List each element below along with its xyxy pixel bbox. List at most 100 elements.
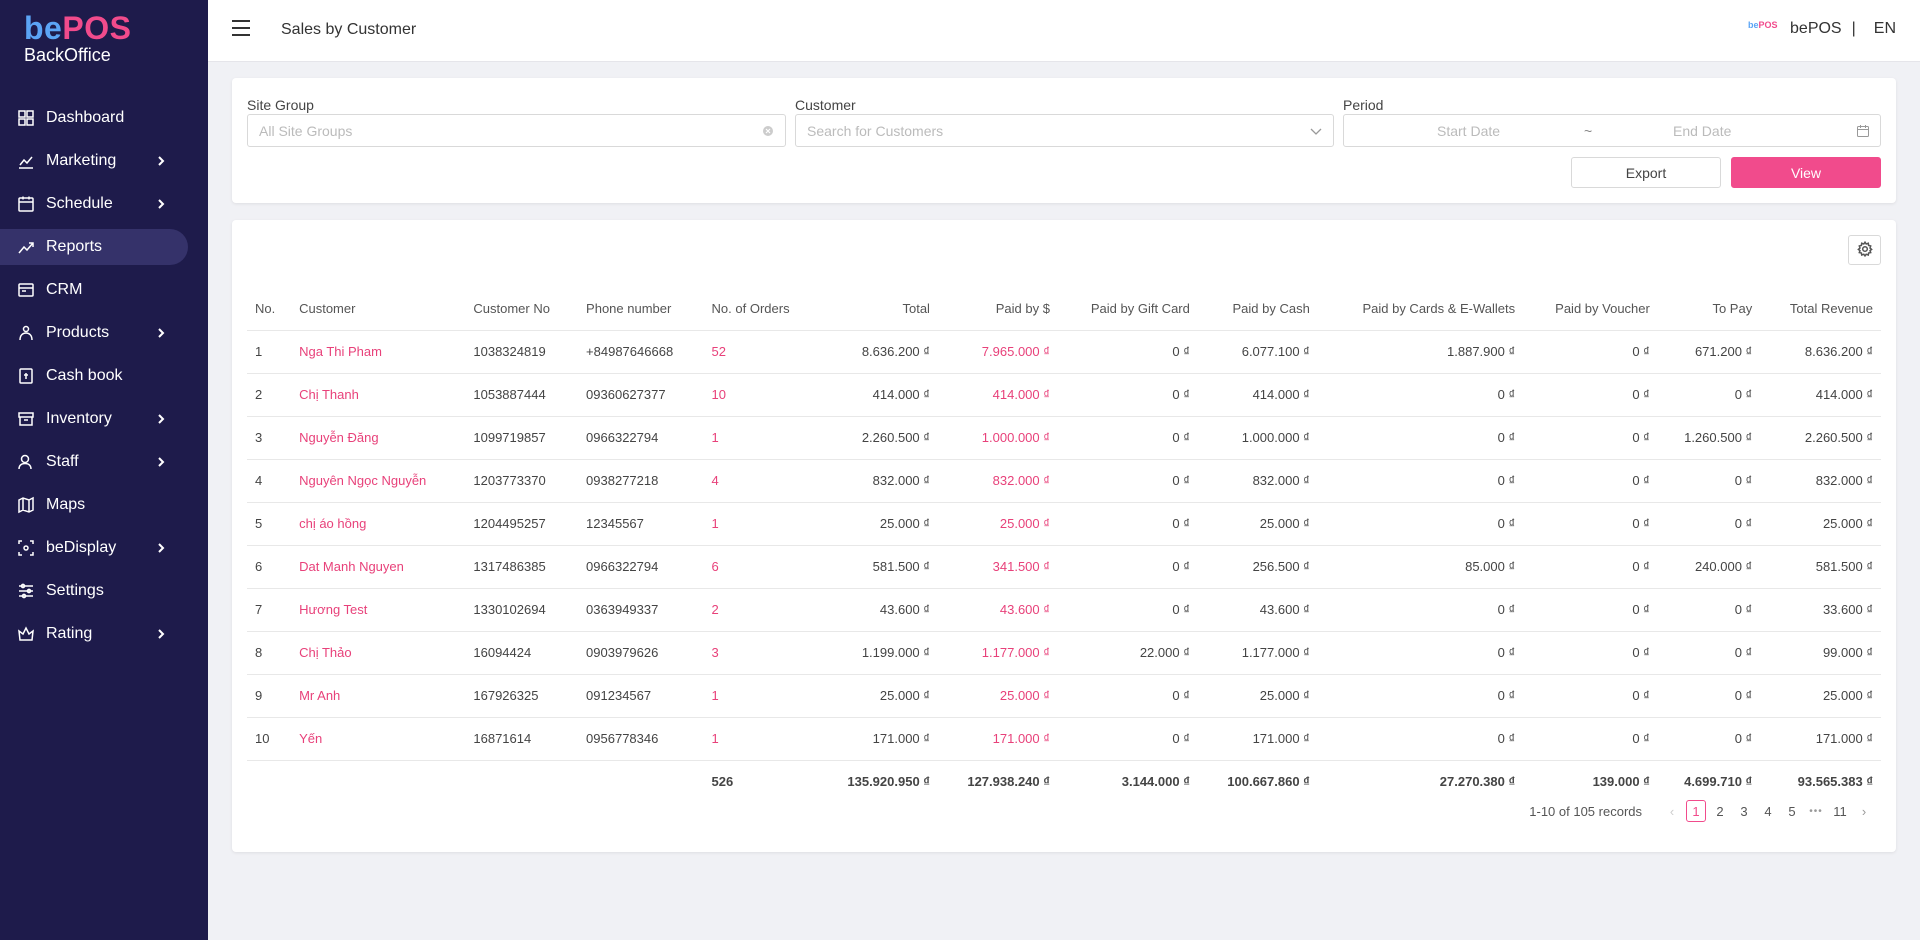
prev-page-button[interactable]: ‹ bbox=[1662, 800, 1682, 822]
table-cell: 25.000 ₫ bbox=[937, 674, 1058, 718]
customer-link[interactable]: Nguyễn Đăng bbox=[291, 416, 466, 460]
customer-link[interactable]: Chị Thanh bbox=[291, 373, 466, 417]
sales-by-customer-table: No. Customer Customer No Phone number No. of… bbox=[247, 288, 1881, 803]
total-cell: 135.920.950 ₫ bbox=[847, 774, 930, 790]
sidebar-item-staff[interactable]: Staff bbox=[0, 444, 188, 480]
period-label: Period bbox=[1343, 97, 1384, 113]
column-header: Paid by Voucher bbox=[1523, 288, 1658, 331]
table-cell: 171.000 ₫ bbox=[817, 717, 938, 761]
table-cell: 0 ₫ bbox=[1657, 502, 1761, 546]
table-cell: 1.199.000 ₫ bbox=[817, 631, 938, 675]
view-button[interactable]: View bbox=[1731, 157, 1881, 188]
page-button-2[interactable]: 2 bbox=[1710, 800, 1730, 822]
table-cell: 171.000 ₫ bbox=[937, 717, 1058, 761]
sidebar-item-marketing[interactable]: Marketing bbox=[0, 143, 188, 179]
page-button-4[interactable]: 4 bbox=[1758, 800, 1778, 822]
orders-link[interactable]: 3 bbox=[703, 631, 818, 675]
customer-link[interactable]: Nguyên Ngọc Nguyễn bbox=[291, 459, 466, 503]
table-cell: 832.000 ₫ bbox=[1197, 459, 1318, 503]
table-cell: 8.636.200 ₫ bbox=[817, 330, 938, 374]
orders-link[interactable]: 1 bbox=[703, 416, 818, 460]
column-header: To Pay bbox=[1657, 288, 1761, 331]
column-header: Customer bbox=[291, 288, 466, 331]
table-cell: 1.000.000 ₫ bbox=[937, 416, 1058, 460]
page-button-1[interactable]: 1 bbox=[1686, 800, 1706, 822]
start-date-input[interactable]: Start Date bbox=[1437, 123, 1500, 139]
sidebar-item-label: Dashboard bbox=[46, 109, 125, 126]
table-row: 2 Chị Thanh 1053887444 09360627377 10 414.000… bbox=[247, 373, 1881, 417]
chevron-right-icon bbox=[154, 627, 168, 641]
orders-link[interactable]: 10 bbox=[703, 373, 818, 417]
orders-link[interactable]: 1 bbox=[703, 674, 818, 718]
sidebar-item-schedule[interactable]: Schedule bbox=[0, 186, 188, 222]
table-cell: 09360627377 bbox=[578, 373, 704, 417]
orders-link[interactable]: 6 bbox=[703, 545, 818, 589]
sidebar-item-bedisplay[interactable]: beDisplay bbox=[0, 530, 188, 566]
customer-link[interactable]: Hương Test bbox=[291, 588, 466, 632]
clear-icon[interactable] bbox=[761, 124, 775, 138]
hamburger-menu-icon[interactable] bbox=[232, 20, 250, 36]
gear-icon bbox=[1856, 240, 1873, 260]
table-cell: 33.600 ₫ bbox=[1760, 588, 1881, 632]
chevron-down-icon bbox=[1309, 124, 1323, 138]
sidebar-item-rating[interactable]: Rating bbox=[0, 616, 188, 652]
customer-link[interactable]: Chị Thảo bbox=[291, 631, 466, 675]
sidebar-item-products[interactable]: Products bbox=[0, 315, 188, 351]
sidebar-item-settings[interactable]: Settings bbox=[0, 573, 188, 609]
table-cell: 6.077.100 ₫ bbox=[1197, 330, 1318, 374]
sidebar-item-crm[interactable]: CRM bbox=[0, 272, 188, 308]
site-group-label: Site Group bbox=[247, 97, 314, 113]
customer-link[interactable]: Mr Anh bbox=[291, 674, 466, 718]
total-cell: 27.270.380 ₫ bbox=[1439, 774, 1516, 790]
orders-link[interactable]: 4 bbox=[703, 459, 818, 503]
sidebar-item-dashboard[interactable]: Dashboard bbox=[0, 100, 188, 136]
table-row: 4 Nguyên Ngọc Nguyễn 1203773370 0938277218 4… bbox=[247, 459, 1881, 503]
pagination-info: 1-10 of 105 records bbox=[1529, 803, 1642, 819]
page-button-5[interactable]: 5 bbox=[1782, 800, 1802, 822]
page-button-last[interactable]: 11 bbox=[1830, 800, 1850, 822]
customer-search-select[interactable]: Search for Customers bbox=[795, 114, 1334, 147]
cashbook-icon bbox=[16, 366, 36, 386]
table-cell: 85.000 ₫ bbox=[1317, 545, 1524, 589]
table-cell: 25.000 ₫ bbox=[817, 674, 938, 718]
table-cell: 16094424 bbox=[465, 631, 579, 675]
customer-link[interactable]: Yến bbox=[291, 717, 466, 761]
next-page-button[interactable]: › bbox=[1854, 800, 1874, 822]
sidebar-item-maps[interactable]: Maps bbox=[0, 487, 188, 523]
site-group-select[interactable]: All Site Groups bbox=[247, 114, 786, 147]
period-date-range[interactable]: Start Date ~ End Date bbox=[1343, 114, 1881, 147]
language-switch[interactable]: EN bbox=[1874, 20, 1896, 38]
table-cell: 25.000 ₫ bbox=[1197, 674, 1318, 718]
export-button[interactable]: Export bbox=[1571, 157, 1721, 188]
orders-link[interactable]: 1 bbox=[703, 502, 818, 546]
sidebar-item-label: CRM bbox=[46, 281, 83, 298]
account-name[interactable]: bePOS bbox=[1790, 20, 1842, 38]
table-cell: 0 ₫ bbox=[1317, 674, 1524, 718]
orders-link[interactable]: 2 bbox=[703, 588, 818, 632]
sidebar-item-cash-book[interactable]: Cash book bbox=[0, 358, 188, 394]
table-cell: 0 ₫ bbox=[1317, 459, 1524, 503]
table-cell: 167926325 bbox=[465, 674, 579, 718]
customer-link[interactable]: chị áo hồng bbox=[291, 502, 466, 546]
customer-link[interactable]: Dat Manh Nguyen bbox=[291, 545, 466, 589]
customer-link[interactable]: Nga Thi Pham bbox=[291, 330, 466, 374]
report-table-panel: No. Customer Customer No Phone number No. of… bbox=[232, 220, 1896, 852]
table-cell: 0 ₫ bbox=[1057, 674, 1198, 718]
total-cell: 127.938.240 ₫ bbox=[967, 774, 1050, 790]
table-cell: 25.000 ₫ bbox=[817, 502, 938, 546]
orders-link[interactable]: 1 bbox=[703, 717, 818, 761]
orders-link[interactable]: 52 bbox=[703, 330, 818, 374]
sidebar-item-inventory[interactable]: Inventory bbox=[0, 401, 188, 437]
page-button-3[interactable]: 3 bbox=[1734, 800, 1754, 822]
table-cell: 0 ₫ bbox=[1057, 588, 1198, 632]
column-settings-button[interactable] bbox=[1848, 235, 1881, 265]
table-cell: 414.000 ₫ bbox=[817, 373, 938, 417]
table-row: 3 Nguyễn Đăng 1099719857 0966322794 1 2.260.5… bbox=[247, 416, 1881, 460]
pagination-ellipsis[interactable]: ••• bbox=[1806, 800, 1826, 822]
crm-icon bbox=[16, 280, 36, 300]
brand-logo[interactable]: bePOS BackOffice bbox=[0, 0, 208, 100]
table-cell: 1203773370 bbox=[465, 459, 579, 503]
table-row: 7 Hương Test 1330102694 0363949337 2 43.600 ₫… bbox=[247, 588, 1881, 632]
end-date-input[interactable]: End Date bbox=[1673, 123, 1731, 139]
sidebar-item-reports[interactable]: Reports bbox=[0, 229, 188, 265]
